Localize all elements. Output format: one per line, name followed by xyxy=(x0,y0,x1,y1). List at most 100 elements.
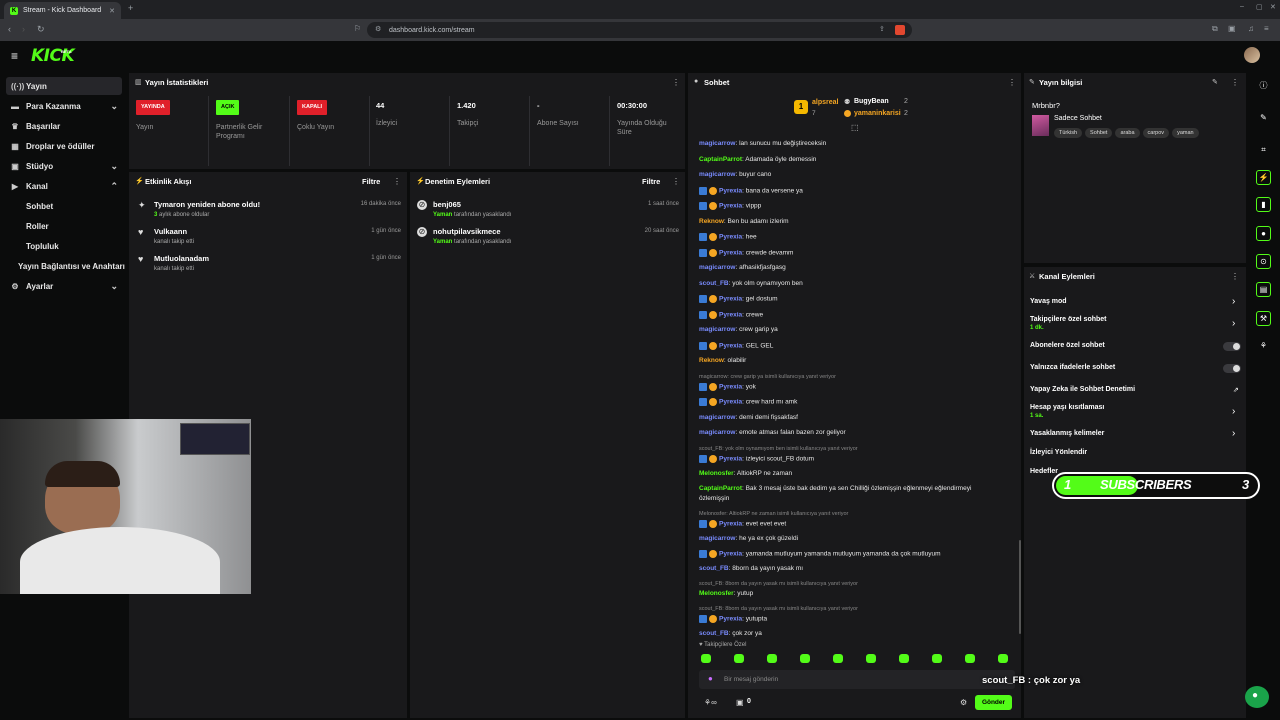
extensions-icon[interactable]: ⧉ xyxy=(1212,24,1218,34)
chat-username[interactable]: Reknow xyxy=(699,357,724,364)
sidebar-item-para-kazanma[interactable]: ▬ Para Kazanma ⌄ xyxy=(6,97,122,115)
chat-username[interactable]: Reknow xyxy=(699,218,724,225)
chat-username[interactable]: magicarrow xyxy=(699,535,736,542)
chat-username[interactable]: Pyrexia xyxy=(719,520,742,527)
bookmark-icon[interactable]: ⚐ xyxy=(354,24,361,33)
sidebar-item-yayin[interactable]: ((·)) Yayın xyxy=(6,77,122,95)
category-name[interactable]: Sadece Sohbet xyxy=(1054,115,1102,122)
emote-icon[interactable] xyxy=(965,654,975,663)
pinned-icon[interactable]: ⬚ xyxy=(851,123,859,132)
gift-box-icon[interactable]: ▣ xyxy=(736,698,744,707)
edit-icon[interactable]: ✎ xyxy=(1212,78,1218,86)
action-slow-mode[interactable]: Yavaş mod xyxy=(1030,298,1067,305)
chevron-right-icon[interactable]: › xyxy=(1232,318,1235,329)
crop-icon[interactable]: ⌗ xyxy=(1256,142,1271,157)
share-icon[interactable]: ⇪ xyxy=(879,25,885,33)
emote-icon[interactable] xyxy=(701,654,711,663)
emote-icon[interactable] xyxy=(932,654,942,663)
moderation-menu-icon[interactable]: ⋮ xyxy=(672,177,680,186)
action-account-age[interactable]: Hesap yaşı kısıtlaması xyxy=(1030,404,1104,411)
sidebar-toggle-icon[interactable]: ▣ xyxy=(1228,24,1236,33)
moderation-filter-button[interactable]: Filtre xyxy=(642,177,660,186)
maximize-icon[interactable]: ▢ xyxy=(1256,3,1263,11)
sidebar-item-studyo[interactable]: ▣ Stüdyo ⌄ xyxy=(6,157,122,175)
chat-username[interactable]: scout_FB xyxy=(699,630,729,637)
leader-name[interactable]: BugyBean xyxy=(854,98,889,105)
chat-username[interactable]: Melonosfer xyxy=(699,470,734,477)
stats-menu-icon[interactable]: ⋮ xyxy=(672,78,680,87)
chat-menu-icon[interactable]: ⋮ xyxy=(1008,78,1016,87)
action-followers-only[interactable]: Takipçilere özel sohbet xyxy=(1030,316,1107,323)
sidebar-item-kanal[interactable]: ▶ Kanal ⌃ xyxy=(6,177,122,195)
sidebar-sub-sohbet[interactable]: Sohbet xyxy=(26,202,53,211)
help-chat-button[interactable]: ● xyxy=(1245,686,1269,708)
chat-username[interactable]: CaptainParrot xyxy=(699,156,742,163)
chat-input[interactable]: ● Bir mesaj gönderin xyxy=(699,670,1015,689)
action-host[interactable]: İzleyici Yönlendir xyxy=(1030,449,1087,456)
chat-settings-icon[interactable]: ⚙ xyxy=(960,698,967,707)
forward-icon[interactable]: › xyxy=(22,24,25,34)
activity-filter-button[interactable]: Filtre xyxy=(362,177,380,186)
emote-icon[interactable] xyxy=(899,654,909,663)
leader-name[interactable]: alpsreal xyxy=(812,99,838,106)
chat-username[interactable]: CaptainParrot xyxy=(699,485,742,492)
chat-username[interactable]: magicarrow xyxy=(699,140,736,147)
tag[interactable]: carpov xyxy=(1142,128,1170,138)
chat-username[interactable]: Melonosfer xyxy=(699,590,734,597)
emotes-only-toggle[interactable] xyxy=(1223,364,1241,373)
wrench-icon[interactable]: ⚒ xyxy=(1256,311,1271,326)
user-avatar[interactable] xyxy=(1244,47,1260,63)
sidebar-sub-yayin-baglantisi[interactable]: Yayın Bağlantısı ve Anahtarı xyxy=(18,262,125,271)
tag[interactable]: yaman xyxy=(1172,128,1199,138)
chevron-right-icon[interactable]: › xyxy=(1232,296,1235,307)
chat-username[interactable]: scout_FB xyxy=(699,280,729,287)
chat-username[interactable]: Pyrexia xyxy=(719,342,742,349)
chat-username[interactable]: magicarrow xyxy=(699,326,736,333)
share-nodes-icon[interactable]: ⚘ xyxy=(1256,338,1271,353)
chat-username[interactable]: Pyrexia xyxy=(719,234,742,241)
external-link-icon[interactable]: ⇗ xyxy=(1233,386,1239,394)
leader-name[interactable]: yamaninkarisi xyxy=(854,110,901,117)
browser-menu-icon[interactable]: ≡ xyxy=(1264,24,1269,33)
hamburger-menu-icon[interactable]: ≡ xyxy=(11,49,18,63)
shield-icon[interactable]: ▮ xyxy=(1256,197,1271,212)
emote-icon[interactable] xyxy=(998,654,1008,663)
info-icon[interactable]: ⓘ xyxy=(1256,78,1271,93)
sidebar-sub-topluluk[interactable]: Topluluk xyxy=(26,242,59,251)
stream-info-menu-icon[interactable]: ⋮ xyxy=(1231,78,1239,87)
chat-username[interactable]: magicarrow xyxy=(699,429,736,436)
url-field[interactable]: ⚙ dashboard.kick.com/stream ⇪ xyxy=(367,22,912,38)
close-window-icon[interactable]: ✕ xyxy=(1270,3,1276,11)
tag[interactable]: araba xyxy=(1115,128,1140,138)
emote-icon[interactable] xyxy=(833,654,843,663)
emote-icon[interactable] xyxy=(767,654,777,663)
back-icon[interactable]: ‹ xyxy=(8,24,11,34)
settings-people-icon[interactable]: ⚘∞ xyxy=(704,698,717,707)
chevron-right-icon[interactable]: › xyxy=(1232,428,1235,439)
pencil-icon[interactable]: ✎ xyxy=(1256,110,1271,125)
minimize-icon[interactable]: – xyxy=(1240,3,1244,10)
browser-tab[interactable]: K Stream - Kick Dashboard ✕ xyxy=(4,2,121,19)
chat-username[interactable]: magicarrow xyxy=(699,414,736,421)
sidebar-sub-roller[interactable]: Roller xyxy=(26,222,49,231)
send-button[interactable]: Gönder xyxy=(975,695,1012,710)
chat-username[interactable]: Pyrexia xyxy=(719,203,742,210)
chevron-right-icon[interactable]: › xyxy=(1232,406,1235,417)
site-info-icon[interactable]: ⚙ xyxy=(375,25,381,33)
sidebar-item-basarilar[interactable]: ♛ Başarılar xyxy=(6,117,122,135)
tag[interactable]: Türkish xyxy=(1054,128,1083,138)
reload-icon[interactable]: ↻ xyxy=(37,24,45,35)
sidebar-item-ayarlar[interactable]: ⚙ Ayarlar ⌄ xyxy=(6,277,122,295)
chat-username[interactable]: Pyrexia xyxy=(719,550,742,557)
activity-menu-icon[interactable]: ⋮ xyxy=(393,177,401,186)
lightning-icon[interactable]: ⚡ xyxy=(1256,170,1271,185)
chat-username[interactable]: Pyrexia xyxy=(719,615,742,622)
chat-username[interactable]: magicarrow xyxy=(699,171,736,178)
chat-username[interactable]: magicarrow xyxy=(699,264,736,271)
chat-username[interactable]: Pyrexia xyxy=(719,311,742,318)
media-icon[interactable]: ♫ xyxy=(1248,24,1254,33)
new-tab-icon[interactable]: + xyxy=(128,3,133,13)
subscribers-only-toggle[interactable] xyxy=(1223,342,1241,351)
action-goals[interactable]: Hedefler xyxy=(1030,468,1058,475)
chat-username[interactable]: scout_FB xyxy=(699,565,729,572)
